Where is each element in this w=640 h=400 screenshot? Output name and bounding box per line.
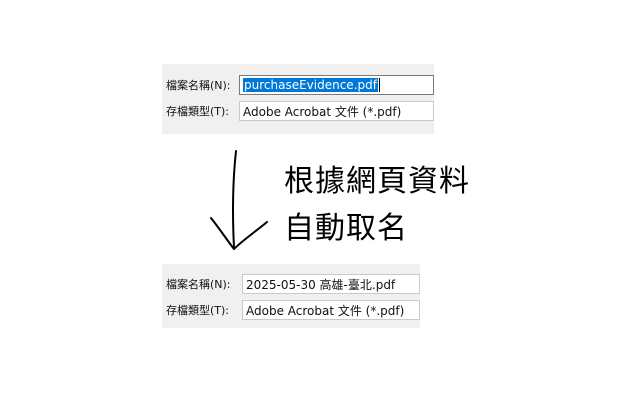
- filetype-row-after: 存檔類型(T): Adobe Acrobat 文件 (*.pdf): [162, 299, 420, 321]
- filename-input-before[interactable]: purchaseEvidence.pdf: [239, 75, 434, 95]
- hand-drawn-down-arrow-icon: [210, 150, 268, 250]
- filetype-value: Adobe Acrobat 文件 (*.pdf): [243, 104, 402, 119]
- filename-label: 檔案名稱(N):: [166, 278, 231, 291]
- caption-line-1: 根據網頁資料: [284, 164, 470, 199]
- filetype-value: Adobe Acrobat 文件 (*.pdf): [246, 303, 405, 318]
- filetype-select-before[interactable]: Adobe Acrobat 文件 (*.pdf): [239, 101, 434, 121]
- caption-line-2: 自動取名: [284, 211, 408, 246]
- filetype-row-before: 存檔類型(T): Adobe Acrobat 文件 (*.pdf): [162, 100, 434, 122]
- filetype-label: 存檔類型(T):: [166, 105, 230, 118]
- filename-value: 2025-05-30 高雄-臺北.pdf: [246, 277, 396, 292]
- selected-filename-text: purchaseEvidence.pdf: [243, 78, 378, 92]
- filetype-label: 存檔類型(T):: [166, 304, 230, 317]
- save-dialog-before: 檔案名稱(N): purchaseEvidence.pdf 存檔類型(T): A…: [162, 64, 434, 134]
- filename-input-after[interactable]: 2025-05-30 高雄-臺北.pdf: [242, 274, 420, 294]
- save-dialog-after: 檔案名稱(N): 2025-05-30 高雄-臺北.pdf 存檔類型(T): A…: [162, 264, 420, 328]
- filetype-select-after[interactable]: Adobe Acrobat 文件 (*.pdf): [242, 300, 420, 320]
- filename-row-before: 檔案名稱(N): purchaseEvidence.pdf: [162, 74, 434, 96]
- filename-label: 檔案名稱(N):: [166, 79, 231, 92]
- filename-row-after: 檔案名稱(N): 2025-05-30 高雄-臺北.pdf: [162, 273, 420, 295]
- text-caret: [378, 78, 380, 92]
